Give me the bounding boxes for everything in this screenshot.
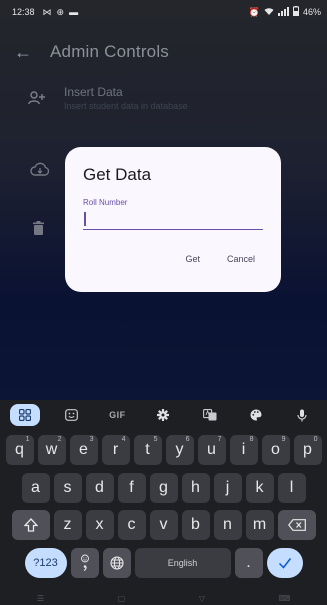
- key-j[interactable]: j: [213, 473, 242, 503]
- get-data-dialog: Get Data Roll Number Get Cancel: [65, 147, 281, 292]
- notification-icon: ⊕: [56, 6, 65, 17]
- back-arrow-icon[interactable]: ←: [14, 42, 50, 63]
- admin-options-list: Insert Data Insert student data in datab…: [0, 85, 327, 125]
- roll-number-input[interactable]: [83, 210, 263, 229]
- emoji-icon: [80, 554, 89, 571]
- shift-key[interactable]: [11, 510, 50, 540]
- alarm-icon: ⏰: [248, 6, 260, 17]
- space-key[interactable]: English: [134, 548, 231, 578]
- key-a[interactable]: a: [21, 473, 50, 503]
- message-icon: ▬: [69, 7, 79, 17]
- key-x[interactable]: x: [85, 510, 114, 540]
- key-g[interactable]: g: [149, 473, 178, 503]
- apps-grid-icon[interactable]: [10, 404, 41, 426]
- cloud-download-icon[interactable]: [30, 162, 50, 181]
- battery-icon: [292, 6, 299, 18]
- navigation-bar: ☰ ▢ ▽ ⌨: [0, 591, 327, 605]
- wifi-icon: [264, 7, 274, 18]
- key-l[interactable]: l: [277, 473, 306, 503]
- microphone-icon[interactable]: [287, 404, 317, 426]
- dialog-title: Get Data: [83, 165, 152, 184]
- backspace-key[interactable]: [277, 510, 316, 540]
- shift-arrow-icon: [23, 518, 38, 532]
- settings-gear-icon[interactable]: [148, 404, 178, 426]
- keyboard-switch-icon[interactable]: ⌨: [279, 594, 291, 603]
- key-e[interactable]: 3e: [69, 435, 98, 465]
- key-k[interactable]: k: [245, 473, 274, 503]
- roll-number-label: Roll Number: [83, 198, 128, 207]
- get-button[interactable]: Get: [185, 254, 200, 264]
- key-y[interactable]: 6y: [165, 435, 194, 465]
- enter-key[interactable]: [266, 548, 303, 578]
- add-person-icon: [28, 85, 64, 110]
- battery-level: 46%: [302, 7, 321, 17]
- menu-icon[interactable]: ☰: [37, 594, 44, 603]
- text-cursor: [84, 212, 86, 226]
- key-t[interactable]: 5t: [133, 435, 162, 465]
- app-bar: ← Admin Controls: [0, 36, 327, 68]
- home-icon[interactable]: ▢: [118, 594, 126, 603]
- key-m[interactable]: m: [245, 510, 274, 540]
- emoji-comma-key[interactable]: [70, 548, 99, 578]
- globe-icon: [109, 556, 124, 570]
- key-p[interactable]: 0p: [293, 435, 322, 465]
- keyboard-toolbar: GIF: [0, 400, 327, 430]
- key-z[interactable]: z: [53, 510, 82, 540]
- status-time: 12:38: [12, 7, 35, 17]
- key-h[interactable]: h: [181, 473, 210, 503]
- key-v[interactable]: v: [149, 510, 178, 540]
- key-d[interactable]: d: [85, 473, 114, 503]
- key-c[interactable]: c: [117, 510, 146, 540]
- page-title: Admin Controls: [50, 42, 170, 61]
- list-item-insert-data[interactable]: Insert Data Insert student data in datab…: [0, 85, 327, 125]
- keyboard-row-1: 1q 2w 3e 4r 5t 6y 7u 8i 9o 0p: [0, 435, 327, 465]
- key-s[interactable]: s: [53, 473, 82, 503]
- roll-number-field[interactable]: [83, 210, 263, 230]
- key-f[interactable]: f: [117, 473, 146, 503]
- list-item-title: Insert Data: [64, 85, 123, 99]
- key-n[interactable]: n: [213, 510, 242, 540]
- period-key[interactable]: .: [234, 548, 263, 578]
- key-o[interactable]: 9o: [261, 435, 290, 465]
- checkmark-icon: [278, 558, 291, 569]
- list-item-subtitle: Insert student data in database: [64, 101, 188, 111]
- palette-icon[interactable]: [241, 404, 271, 426]
- status-bar: 12:38 ⋈ ⊕ ▬ ⏰ 46%: [0, 0, 327, 24]
- key-u[interactable]: 7u: [197, 435, 226, 465]
- key-w[interactable]: 2w: [37, 435, 66, 465]
- key-r[interactable]: 4r: [101, 435, 130, 465]
- backspace-icon: [287, 519, 306, 531]
- gif-button[interactable]: GIF: [102, 404, 132, 426]
- keyboard-row-2: a s d f g h j k l: [0, 473, 327, 503]
- soft-keyboard: GIF 1q 2w 3e 4r 5t 6y 7u 8i 9o 0p a s d …: [0, 400, 327, 605]
- keyboard-row-4: ?123 English .: [0, 548, 327, 578]
- keyboard-row-3: z x c v b n m: [0, 510, 327, 540]
- key-b[interactable]: b: [181, 510, 210, 540]
- delete-icon[interactable]: [33, 221, 44, 240]
- signal-icon: [277, 6, 289, 18]
- back-icon[interactable]: ▽: [199, 594, 205, 603]
- sticker-icon[interactable]: [56, 404, 86, 426]
- key-q[interactable]: 1q: [5, 435, 34, 465]
- cancel-button[interactable]: Cancel: [227, 254, 255, 264]
- notification-icon: ⋈: [42, 6, 52, 17]
- key-i[interactable]: 8i: [229, 435, 258, 465]
- language-key[interactable]: [102, 548, 131, 578]
- translate-icon[interactable]: [195, 404, 225, 426]
- symbols-key[interactable]: ?123: [24, 548, 67, 578]
